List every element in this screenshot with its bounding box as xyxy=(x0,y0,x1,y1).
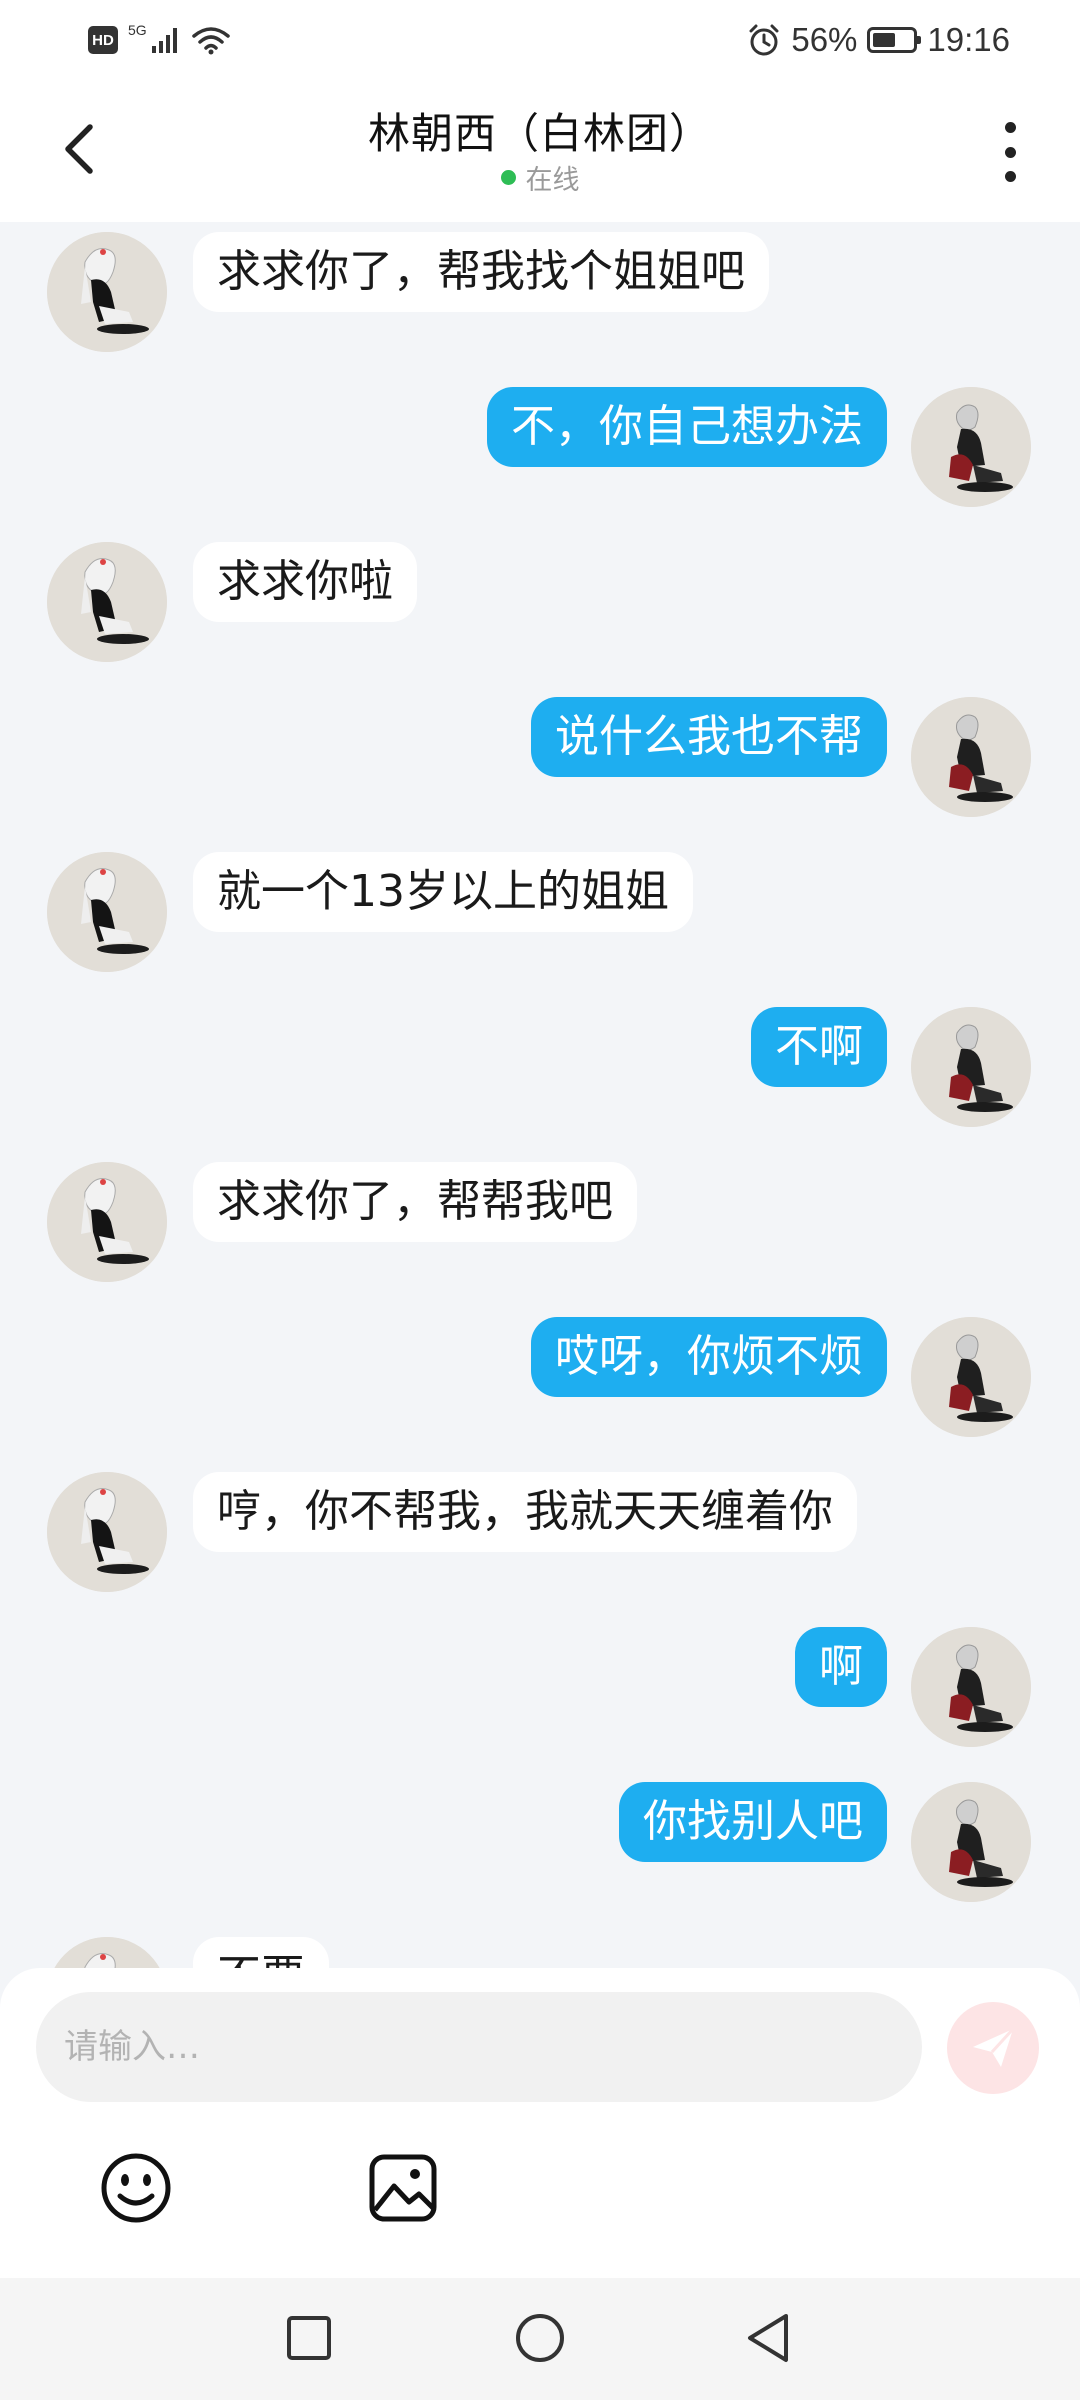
message-bubble[interactable]: 求求你了，帮我找个姐姐吧 xyxy=(193,232,769,312)
send-button[interactable] xyxy=(947,2002,1039,2094)
contact-avatar[interactable] xyxy=(47,542,167,662)
status-right: 56% 19:16 xyxy=(747,18,1010,62)
battery-icon xyxy=(867,27,922,53)
online-status: 在线 xyxy=(0,158,1080,197)
system-nav-bar xyxy=(0,2278,1080,2400)
chat-header: 林朝西（白林团） 在线 xyxy=(0,78,1080,222)
message-bubble[interactable]: 不啊 xyxy=(751,1007,887,1087)
message-received: 求求你了，帮我找个姐姐吧 xyxy=(0,222,1080,352)
message-list[interactable]: 求求你了，帮我找个姐姐吧 不，你自己想办法 求求你啦 说什么我也不帮 就一个13… xyxy=(0,222,1080,1972)
message-received: 求求你了，帮帮我吧 xyxy=(0,1152,1080,1282)
message-received: 求求你啦 xyxy=(0,532,1080,662)
image-icon xyxy=(369,2154,437,2222)
network-type-label: 5G xyxy=(128,22,147,38)
message-bubble[interactable]: 求求你了，帮帮我吧 xyxy=(193,1162,637,1242)
contact-avatar[interactable] xyxy=(47,1162,167,1282)
clock: 19:16 xyxy=(927,21,1010,58)
battery-level xyxy=(873,33,895,47)
online-status-label: 在线 xyxy=(525,165,580,196)
message-sent: 说什么我也不帮 xyxy=(0,687,1080,817)
message-received: 就一个13岁以上的姐姐 xyxy=(0,842,1080,972)
message-bubble[interactable]: 求求你啦 xyxy=(193,542,417,622)
message-received: 哼，你不帮我，我就天天缠着你 xyxy=(0,1462,1080,1592)
wifi-icon xyxy=(191,27,230,55)
back-nav-button[interactable] xyxy=(738,2308,798,2368)
battery-percent: 56% xyxy=(791,21,858,58)
message-bubble[interactable]: 不，你自己想办法 xyxy=(487,387,887,467)
message-bubble[interactable]: 不要 xyxy=(193,1937,329,1972)
home-icon xyxy=(516,2314,564,2362)
input-panel xyxy=(0,1968,1080,2278)
message-bubble[interactable]: 就一个13岁以上的姐姐 xyxy=(193,852,693,932)
status-left: HD 5G xyxy=(88,20,231,60)
emoji-icon xyxy=(101,2153,171,2223)
my-avatar[interactable] xyxy=(911,1627,1031,1747)
more-vertical-icon xyxy=(1004,122,1016,133)
message-received: 不要 xyxy=(0,1927,1080,1972)
message-bubble[interactable]: 你找别人吧 xyxy=(619,1782,887,1862)
contact-avatar[interactable] xyxy=(47,852,167,972)
hd-badge: HD xyxy=(88,26,118,54)
message-bubble[interactable]: 哎呀，你烦不烦 xyxy=(531,1317,887,1397)
back-icon xyxy=(748,2314,788,2362)
contact-avatar[interactable] xyxy=(47,1937,167,1972)
my-avatar[interactable] xyxy=(911,1007,1031,1127)
online-dot-icon xyxy=(500,170,516,185)
my-avatar[interactable] xyxy=(911,387,1031,507)
recent-apps-button[interactable] xyxy=(279,2308,339,2368)
alarm-icon xyxy=(749,24,779,56)
my-avatar[interactable] xyxy=(911,697,1031,817)
my-avatar[interactable] xyxy=(911,1782,1031,1902)
message-sent: 不，你自己想办法 xyxy=(0,377,1080,507)
contact-avatar[interactable] xyxy=(47,1472,167,1592)
my-avatar[interactable] xyxy=(911,1317,1031,1437)
message-bubble[interactable]: 啊 xyxy=(795,1627,887,1707)
message-bubble[interactable]: 哼，你不帮我，我就天天缠着你 xyxy=(193,1472,857,1552)
message-sent: 你找别人吧 xyxy=(0,1772,1080,1902)
home-button[interactable] xyxy=(510,2308,570,2368)
contact-avatar[interactable] xyxy=(47,232,167,352)
message-bubble[interactable]: 说什么我也不帮 xyxy=(531,697,887,777)
contact-name: 林朝西（白林团） xyxy=(367,109,712,158)
image-button[interactable] xyxy=(367,2152,439,2224)
message-input[interactable] xyxy=(36,1992,922,2102)
send-icon xyxy=(973,2027,1015,2067)
emoji-button[interactable] xyxy=(98,2150,174,2226)
message-sent: 啊 xyxy=(0,1617,1080,1747)
message-sent: 哎呀，你烦不烦 xyxy=(0,1307,1080,1437)
signal-icon xyxy=(151,28,177,53)
more-options-button[interactable] xyxy=(990,122,1030,182)
message-sent: 不啊 xyxy=(0,997,1080,1127)
status-bar: HD 5G 56% 19:16 xyxy=(0,0,1080,78)
recent-apps-icon xyxy=(287,2316,331,2360)
